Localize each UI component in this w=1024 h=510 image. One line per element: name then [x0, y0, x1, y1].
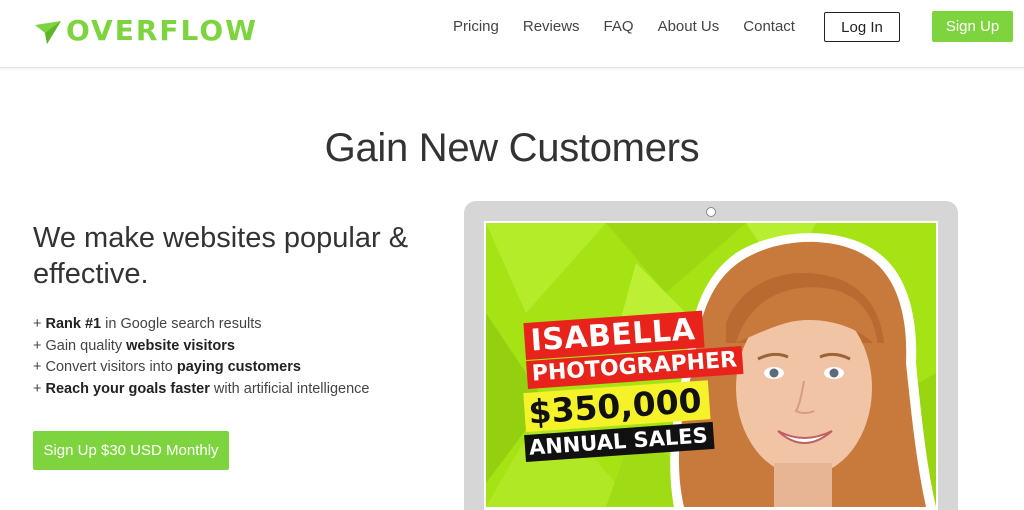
feature-item: + Reach your goals faster with artificia…	[33, 380, 370, 397]
nav-link-about-us[interactable]: About Us	[658, 18, 720, 36]
testimonial-image: ISABELLA PHOTOGRAPHER $350,000 ANNUAL SA…	[486, 223, 936, 507]
page-title: Gain New Customers	[324, 126, 700, 170]
header-signup-button[interactable]: Sign Up	[932, 11, 1013, 42]
feature-item: + Rank #1 in Google search results	[33, 316, 262, 332]
nav-link-contact[interactable]: Contact	[743, 18, 795, 36]
brand-logo[interactable]: OVERFLOW	[34, 16, 258, 46]
nav-link-faq[interactable]: FAQ	[604, 18, 634, 36]
signup-cta-button[interactable]: Sign Up $30 USD Monthly	[33, 431, 229, 470]
feature-list: + Rank #1 in Google search results + Gai…	[33, 314, 369, 400]
laptop-camera	[706, 207, 716, 217]
paper-plane-icon	[35, 21, 61, 44]
hero-tagline: We make websites popular & effective.	[33, 222, 409, 290]
brand-name: OVERFLOW	[66, 14, 259, 47]
nav-link-reviews[interactable]: Reviews	[523, 18, 580, 36]
login-button[interactable]: Log In	[824, 12, 900, 42]
main-nav: Pricing Reviews FAQ About Us Contact	[453, 18, 819, 36]
laptop-mockup: ISABELLA PHOTOGRAPHER $350,000 ANNUAL SA…	[464, 201, 958, 510]
feature-item: + Gain quality website visitors	[33, 337, 235, 354]
site-header: OVERFLOW Pricing Reviews FAQ About Us Co…	[0, 0, 1024, 68]
nav-link-pricing[interactable]: Pricing	[453, 18, 499, 36]
laptop-screen: ISABELLA PHOTOGRAPHER $350,000 ANNUAL SA…	[484, 221, 938, 510]
feature-item: + Convert visitors into paying customers	[33, 359, 301, 375]
